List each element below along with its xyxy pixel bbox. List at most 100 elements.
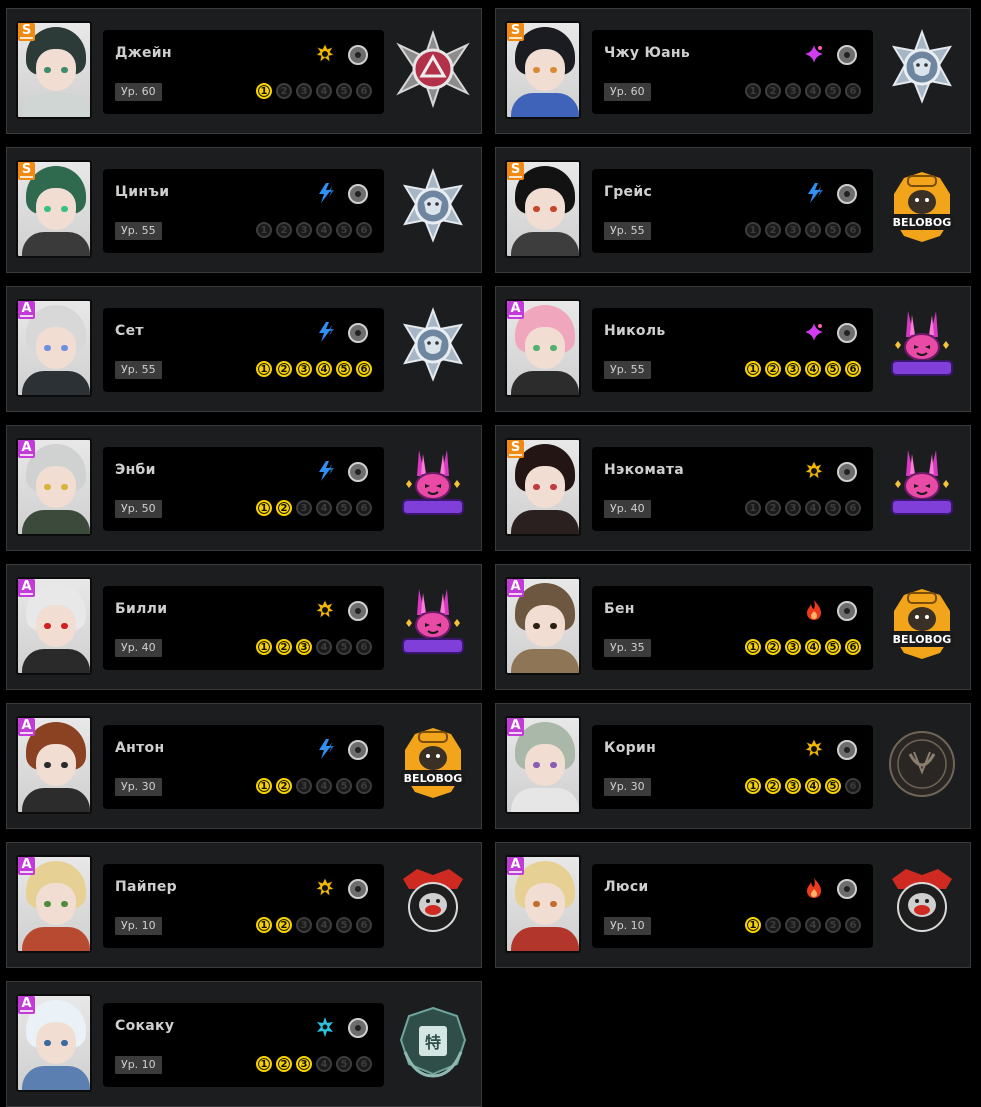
agent-card[interactable]: A Люси Ур. 10 1 2 3 4 5 6	[495, 842, 971, 968]
agent-grid: S Джейн Ур. 60 1 2 3 4 5 6 S Чжу Юань Ур. 60 1 2 3 4 5 6…	[0, 0, 981, 1107]
mindscape-cinema-3: 3	[296, 917, 312, 933]
cunning-hares-faction-icon	[395, 446, 471, 526]
mindscape-cinema-row: 123456	[256, 917, 376, 935]
agent-card[interactable]: S Цинъи Ур. 55 1 2 3 4 5 6	[6, 147, 482, 273]
mindscape-cinema-3: 3	[785, 778, 801, 794]
agent-card[interactable]: A Бен Ур. 35 1 2 3 4 5 6 BELOBOG	[495, 564, 971, 690]
agent-name: Сокаку	[115, 1018, 175, 1034]
agent-card[interactable]: A Антон Ур. 30 1 2 3 4 5 6 BELOBOG	[6, 703, 482, 829]
agent-name: Нэкомата	[604, 462, 684, 478]
agent-card[interactable]: A Сокаку Ур. 10 1 2 3 4 5 6 特	[6, 981, 482, 1107]
mindscape-cinema-5: 5	[336, 1056, 352, 1072]
support-specialty-icon	[837, 879, 857, 899]
stun-specialty-icon	[348, 462, 368, 482]
agent-name: Чжу Юань	[604, 45, 691, 61]
rank-badge: S	[18, 23, 35, 41]
mindscape-cinema-2: 2	[276, 1056, 292, 1072]
rank-badge: S	[18, 162, 35, 180]
mindscape-cinema-6: 6	[356, 1056, 372, 1072]
mindscape-cinema-1: 1	[745, 917, 761, 933]
mindscape-cinema-5: 5	[336, 500, 352, 516]
rank-badge: S	[507, 23, 524, 41]
fire-attribute-icon	[804, 599, 824, 621]
rank-badge: A	[507, 301, 524, 319]
rank-badge: A	[18, 996, 35, 1014]
agent-card[interactable]: S Нэкомата Ур. 40 1 2 3 4 5 6	[495, 425, 971, 551]
mindscape-cinema-1: 1	[745, 639, 761, 655]
agent-card[interactable]: A Пайпер Ур. 10 1 2 3 4 5 6	[6, 842, 482, 968]
mindscape-cinema-row: 123456	[745, 83, 865, 101]
physical-attribute-icon	[804, 460, 824, 482]
mindscape-cinema-5: 5	[825, 222, 841, 238]
mindscape-cinema-5: 5	[336, 83, 352, 99]
agent-name: Антон	[115, 740, 165, 756]
mindscape-cinema-4: 4	[805, 639, 821, 655]
mindscape-cinema-4: 4	[805, 222, 821, 238]
agent-level: Ур. 10	[604, 917, 651, 935]
agent-info-panel: Нэкомата Ур. 40 1 2 3 4 5 6	[592, 447, 873, 531]
mindscape-cinema-3: 3	[296, 639, 312, 655]
public-security-faction-icon	[395, 307, 471, 387]
agent-card[interactable]: A Сет Ур. 55 1 2 3 4 5 6	[6, 286, 482, 412]
agent-card[interactable]: A Билли Ур. 40 1 2 3 4 5 6	[6, 564, 482, 690]
mindscape-cinema-1: 1	[745, 83, 761, 99]
agent-info-panel: Бен Ур. 35 1 2 3 4 5 6	[592, 586, 873, 670]
electric-attribute-icon	[804, 182, 824, 204]
anomaly-specialty-icon	[348, 45, 368, 65]
mindscape-cinema-1: 1	[256, 778, 272, 794]
mindscape-cinema-row: 123456	[745, 361, 865, 379]
agent-level: Ур. 55	[604, 222, 651, 240]
mindscape-cinema-3: 3	[296, 500, 312, 516]
attack-specialty-icon	[837, 740, 857, 760]
rank-badge: A	[507, 857, 524, 875]
agent-card[interactable]: S Чжу Юань Ур. 60 1 2 3 4 5 6	[495, 8, 971, 134]
mindscape-cinema-2: 2	[276, 222, 292, 238]
mindscape-cinema-6: 6	[356, 500, 372, 516]
rank-badge: S	[507, 162, 524, 180]
mindscape-cinema-4: 4	[316, 1056, 332, 1072]
attack-specialty-icon	[837, 462, 857, 482]
mindscape-cinema-row: 123456	[745, 500, 865, 518]
belobog-faction-icon: BELOBOG	[395, 724, 471, 804]
svg-text:BELOBOG: BELOBOG	[893, 633, 952, 646]
anomaly-specialty-icon	[837, 184, 857, 204]
mindscape-cinema-2: 2	[276, 500, 292, 516]
agent-info-panel: Билли Ур. 40 1 2 3 4 5 6	[103, 586, 384, 670]
agent-card[interactable]: A Николь Ур. 55 1 2 3 4 5 6	[495, 286, 971, 412]
mindscape-cinema-3: 3	[785, 639, 801, 655]
mindscape-cinema-row: 123456	[256, 361, 376, 379]
electric-attribute-icon	[315, 321, 335, 343]
agent-card[interactable]: A Энби Ур. 50 1 2 3 4 5 6	[6, 425, 482, 551]
mindscape-cinema-row: 123456	[256, 500, 376, 518]
mindscape-cinema-3: 3	[785, 83, 801, 99]
mindscape-cinema-5: 5	[336, 361, 352, 377]
mindscape-cinema-1: 1	[256, 917, 272, 933]
agent-level: Ур. 40	[115, 639, 162, 657]
rank-badge: A	[18, 857, 35, 875]
mindscape-cinema-5: 5	[825, 361, 841, 377]
mindscape-cinema-3: 3	[296, 1056, 312, 1072]
agent-name: Корин	[604, 740, 657, 756]
mindscape-cinema-2: 2	[765, 361, 781, 377]
mindscape-cinema-row: 123456	[256, 222, 376, 240]
agent-card[interactable]: S Грейс Ур. 55 1 2 3 4 5 6 BELOBOG	[495, 147, 971, 273]
agent-level: Ур. 55	[115, 361, 162, 379]
support-specialty-icon	[837, 323, 857, 343]
agent-level: Ур. 55	[115, 222, 162, 240]
mindscape-cinema-6: 6	[845, 500, 861, 516]
agent-name: Цинъи	[115, 184, 170, 200]
agent-name: Бен	[604, 601, 635, 617]
agent-card[interactable]: S Джейн Ур. 60 1 2 3 4 5 6	[6, 8, 482, 134]
cunning-hares-faction-icon	[395, 585, 471, 665]
mindscape-cinema-6: 6	[845, 222, 861, 238]
physical-attribute-icon	[315, 599, 335, 621]
agent-info-panel: Сокаку Ур. 10 1 2 3 4 5 6	[103, 1003, 384, 1087]
agent-info-panel: Грейс Ур. 55 1 2 3 4 5 6	[592, 169, 873, 253]
mindscape-cinema-3: 3	[296, 222, 312, 238]
agent-card[interactable]: A Корин Ур. 30 1 2 3 4 5 6	[495, 703, 971, 829]
mindscape-cinema-5: 5	[336, 222, 352, 238]
mindscape-cinema-6: 6	[845, 361, 861, 377]
mindscape-cinema-4: 4	[316, 222, 332, 238]
svg-text:BELOBOG: BELOBOG	[404, 772, 463, 785]
mindscape-cinema-1: 1	[256, 222, 272, 238]
